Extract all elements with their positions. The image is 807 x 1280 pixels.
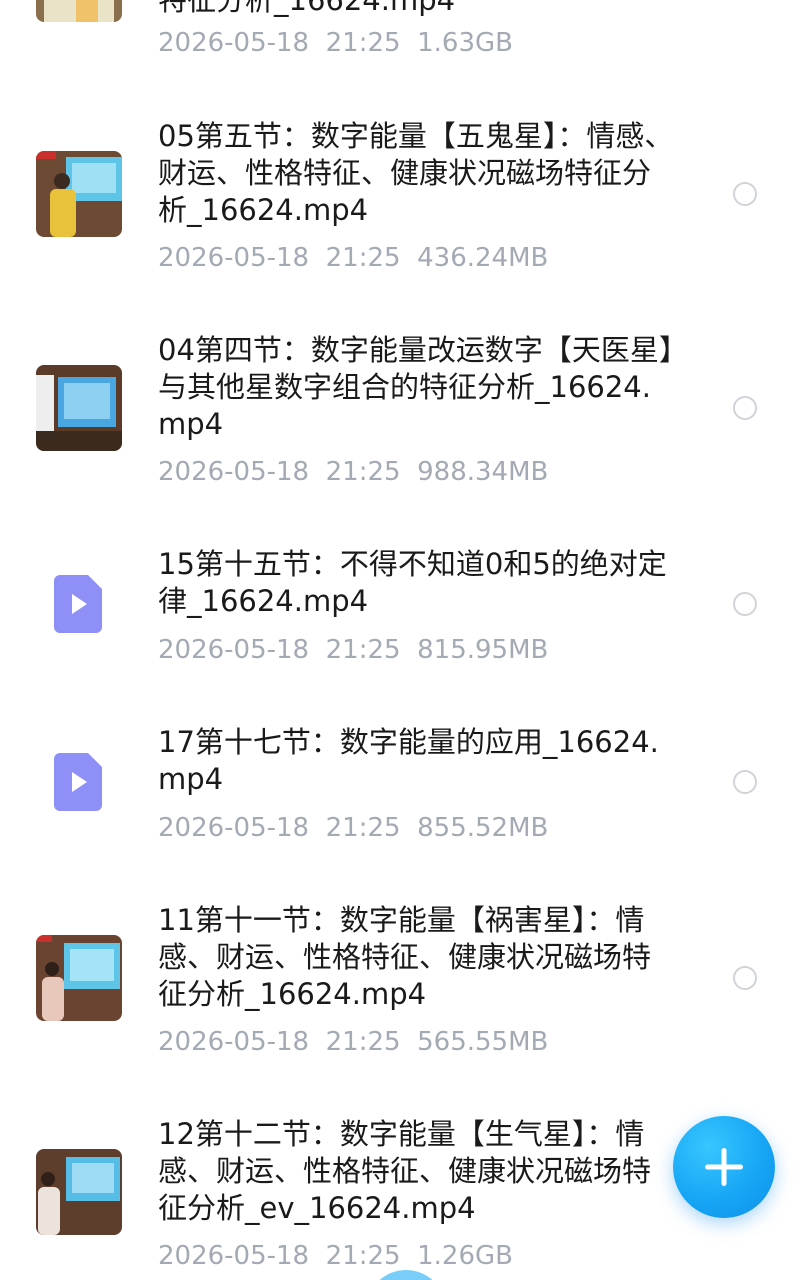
file-size: 1.26GB (417, 1241, 513, 1271)
file-row[interactable]: 11第十一节：数字能量【祸害星】：情感、财运、性格特征、健康状况磁场特征分析_1… (0, 884, 807, 1074)
file-name: 11第十一节：数字能量【祸害星】：情感、财运、性格特征、健康状况磁场特征分析_1… (158, 903, 652, 1011)
file-name: 12第十二节：数字能量【生气星】：情感、财运、性格特征、健康状况磁场特征分析_e… (158, 1117, 652, 1225)
file-size: 1.63GB (417, 28, 513, 58)
video-thumbnail (36, 0, 122, 22)
file-date: 2026-05-18 (158, 1241, 310, 1271)
file-date: 2026-05-18 (158, 1027, 310, 1057)
file-row[interactable]: 17第十七节：数字能量的应用_16624.mp4 2026-05-18 21:2… (0, 706, 807, 856)
file-meta: 2026-05-18 21:25 436.24MB (158, 242, 548, 274)
video-thumbnail (36, 151, 122, 237)
file-name: 15第十五节：不得不知道0和5的绝对定律_16624.mp4 (158, 547, 667, 618)
file-meta: 2026-05-18 21:25 565.55MB (158, 1026, 548, 1058)
file-time: 21:25 (325, 635, 401, 665)
file-meta: 2026-05-18 21:25 1.63GB (158, 27, 513, 59)
file-name: 17第十七节：数字能量的应用_16624.mp4 (158, 725, 659, 796)
video-thumbnail (36, 365, 122, 451)
file-date: 2026-05-18 (158, 243, 310, 273)
file-row[interactable]: 特征分析_16624.mp4 2026-05-18 21:25 1.63GB (0, 0, 807, 70)
file-row[interactable]: 15第十五节：不得不知道0和5的绝对定律_16624.mp4 2026-05-1… (0, 528, 807, 678)
file-name: 04第四节：数字能量改运数字【天医星】与其他星数字组合的特征分析_16624.m… (158, 333, 674, 441)
file-meta: 2026-05-18 21:25 815.95MB (158, 634, 548, 666)
video-file-icon (54, 575, 102, 633)
file-size: 988.34MB (417, 457, 549, 487)
file-date: 2026-05-18 (158, 457, 310, 487)
file-meta: 2026-05-18 21:25 1.26GB (158, 1240, 513, 1272)
file-size: 565.55MB (417, 1027, 549, 1057)
file-name: 05第五节：数字能量【五鬼星】：情感、财运、性格特征、健康状况磁场特征分析_16… (158, 119, 674, 227)
file-time: 21:25 (325, 457, 401, 487)
file-time: 21:25 (325, 1241, 401, 1271)
file-size: 436.24MB (417, 243, 549, 273)
plus-icon (705, 1148, 743, 1186)
file-time: 21:25 (325, 813, 401, 843)
file-row[interactable]: 05第五节：数字能量【五鬼星】：情感、财运、性格特征、健康状况磁场特征分析_16… (0, 100, 807, 290)
video-thumbnail (36, 1149, 122, 1235)
file-date: 2026-05-18 (158, 813, 310, 843)
select-radio[interactable] (733, 396, 757, 420)
select-radio[interactable] (733, 592, 757, 616)
select-radio[interactable] (733, 182, 757, 206)
file-size: 815.95MB (417, 635, 549, 665)
file-time: 21:25 (325, 28, 401, 58)
file-size: 855.52MB (417, 813, 549, 843)
file-name: 特征分析_16624.mp4 (158, 0, 456, 17)
select-radio[interactable] (733, 770, 757, 794)
file-row[interactable]: 04第四节：数字能量改运数字【天医星】与其他星数字组合的特征分析_16624.m… (0, 314, 807, 504)
video-thumbnail (36, 935, 122, 1021)
file-time: 21:25 (325, 1027, 401, 1057)
select-radio[interactable] (733, 966, 757, 990)
file-meta: 2026-05-18 21:25 855.52MB (158, 812, 548, 844)
file-meta: 2026-05-18 21:25 988.34MB (158, 456, 548, 488)
file-list-screen: 特征分析_16624.mp4 2026-05-18 21:25 1.63GB 0… (0, 0, 807, 1280)
add-fab-button[interactable] (673, 1116, 775, 1218)
file-date: 2026-05-18 (158, 635, 310, 665)
file-time: 21:25 (325, 243, 401, 273)
video-file-icon (54, 753, 102, 811)
file-date: 2026-05-18 (158, 28, 310, 58)
